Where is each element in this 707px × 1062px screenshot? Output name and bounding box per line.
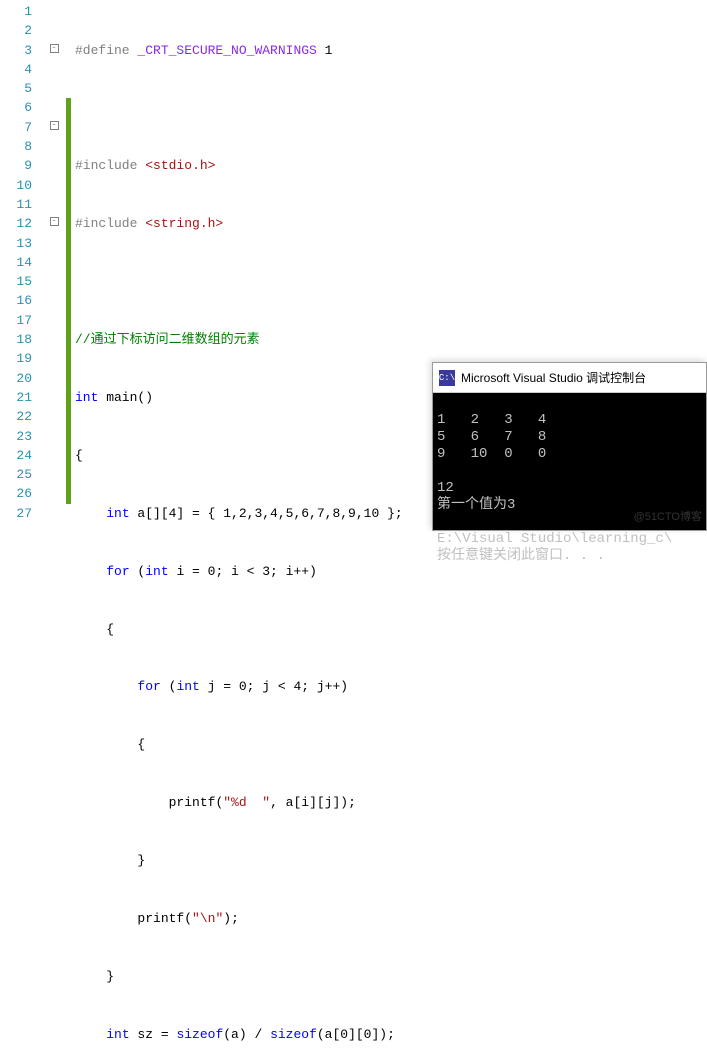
fold-cell: [42, 21, 66, 40]
code-line: {: [71, 620, 707, 639]
console-line: 12: [437, 480, 454, 496]
console-output[interactable]: 1 2 3 4 5 6 7 8 9 10 0 0 12 第一个值为3 E:\Vi…: [433, 393, 706, 530]
fold-cell: [42, 388, 66, 407]
line-number: 17: [0, 311, 32, 330]
console-line: 按任意键关闭此窗口. . .: [437, 548, 605, 564]
fold-cell: [42, 79, 66, 98]
line-number: 20: [0, 369, 32, 388]
code-line: {: [71, 735, 707, 754]
debug-console-window[interactable]: C:\ Microsoft Visual Studio 调试控制台 1 2 3 …: [432, 362, 707, 531]
line-number: 22: [0, 407, 32, 426]
fold-toggle[interactable]: -: [42, 214, 66, 233]
line-number: 16: [0, 291, 32, 310]
fold-cell: [42, 427, 66, 446]
code-line: printf("\n");: [71, 909, 707, 928]
code-line: //通过下标访问二维数组的元素: [71, 330, 707, 349]
code-line: [71, 98, 707, 117]
code-line: #define _CRT_SECURE_NO_WARNINGS 1: [71, 41, 707, 60]
fold-cell: [42, 137, 66, 156]
console-line: E:\Visual Studio\learning_c\: [437, 531, 672, 547]
fold-cell: [42, 253, 66, 272]
fold-toggle[interactable]: -: [42, 41, 66, 60]
fold-cell: [42, 176, 66, 195]
code-line: }: [71, 967, 707, 986]
line-number: 24: [0, 446, 32, 465]
fold-cell: [42, 60, 66, 79]
code-line: [71, 272, 707, 291]
line-number: 18: [0, 330, 32, 349]
code-line: int sz = sizeof(a) / sizeof(a[0][0]);: [71, 1025, 707, 1044]
console-icon: C:\: [439, 370, 455, 386]
line-number: 15: [0, 272, 32, 291]
line-number: 27: [0, 504, 32, 523]
line-number: 8: [0, 137, 32, 156]
line-number: 26: [0, 484, 32, 503]
line-number: 25: [0, 465, 32, 484]
fold-cell: [42, 195, 66, 214]
code-line: }: [71, 851, 707, 870]
code-line: printf("%d ", a[i][j]);: [71, 793, 707, 812]
line-number: 10: [0, 176, 32, 195]
console-line: 9 10 0 0: [437, 446, 546, 462]
line-number: 23: [0, 427, 32, 446]
fold-cell: [42, 504, 66, 523]
fold-cell: [42, 330, 66, 349]
line-number: 21: [0, 388, 32, 407]
fold-cell: [42, 234, 66, 253]
line-number: 5: [0, 79, 32, 98]
fold-cell: [42, 98, 66, 117]
fold-cell: [42, 446, 66, 465]
fold-cell: [42, 311, 66, 330]
line-number: 2: [0, 21, 32, 40]
line-number: 6: [0, 98, 32, 117]
line-number: 7: [0, 118, 32, 137]
line-number: 13: [0, 234, 32, 253]
code-line: for (int i = 0; i < 3; i++): [71, 562, 707, 581]
line-number: 19: [0, 349, 32, 368]
console-line: 1 2 3 4: [437, 412, 546, 428]
code-line: for (int j = 0; j < 4; j++): [71, 677, 707, 696]
fold-toggle[interactable]: -: [42, 118, 66, 137]
code-line: #include <stdio.h>: [71, 156, 707, 175]
fold-cell: [42, 272, 66, 291]
fold-cell: [42, 484, 66, 503]
line-number: 3: [0, 41, 32, 60]
fold-cell: [42, 407, 66, 426]
console-line: 第一个值为3: [437, 497, 515, 513]
line-number: 9: [0, 156, 32, 175]
console-titlebar[interactable]: C:\ Microsoft Visual Studio 调试控制台: [433, 363, 706, 393]
line-number-gutter: 1 2 3 4 5 6 7 8 9 10 11 12 13 14 15 16 1…: [0, 0, 42, 531]
line-number: 14: [0, 253, 32, 272]
fold-cell: [42, 465, 66, 484]
line-number: 1: [0, 2, 32, 21]
console-line: 5 6 7 8: [437, 429, 546, 445]
fold-cell: [42, 291, 66, 310]
fold-column: - - -: [42, 0, 66, 531]
fold-cell: [42, 156, 66, 175]
fold-cell: [42, 369, 66, 388]
line-number: 11: [0, 195, 32, 214]
fold-cell: [42, 349, 66, 368]
line-number: 12: [0, 214, 32, 233]
fold-cell: [42, 2, 66, 21]
watermark-text: @51CTO博客: [634, 509, 702, 526]
console-title-text: Microsoft Visual Studio 调试控制台: [461, 369, 646, 386]
code-line: #include <string.h>: [71, 214, 707, 233]
line-number: 4: [0, 60, 32, 79]
